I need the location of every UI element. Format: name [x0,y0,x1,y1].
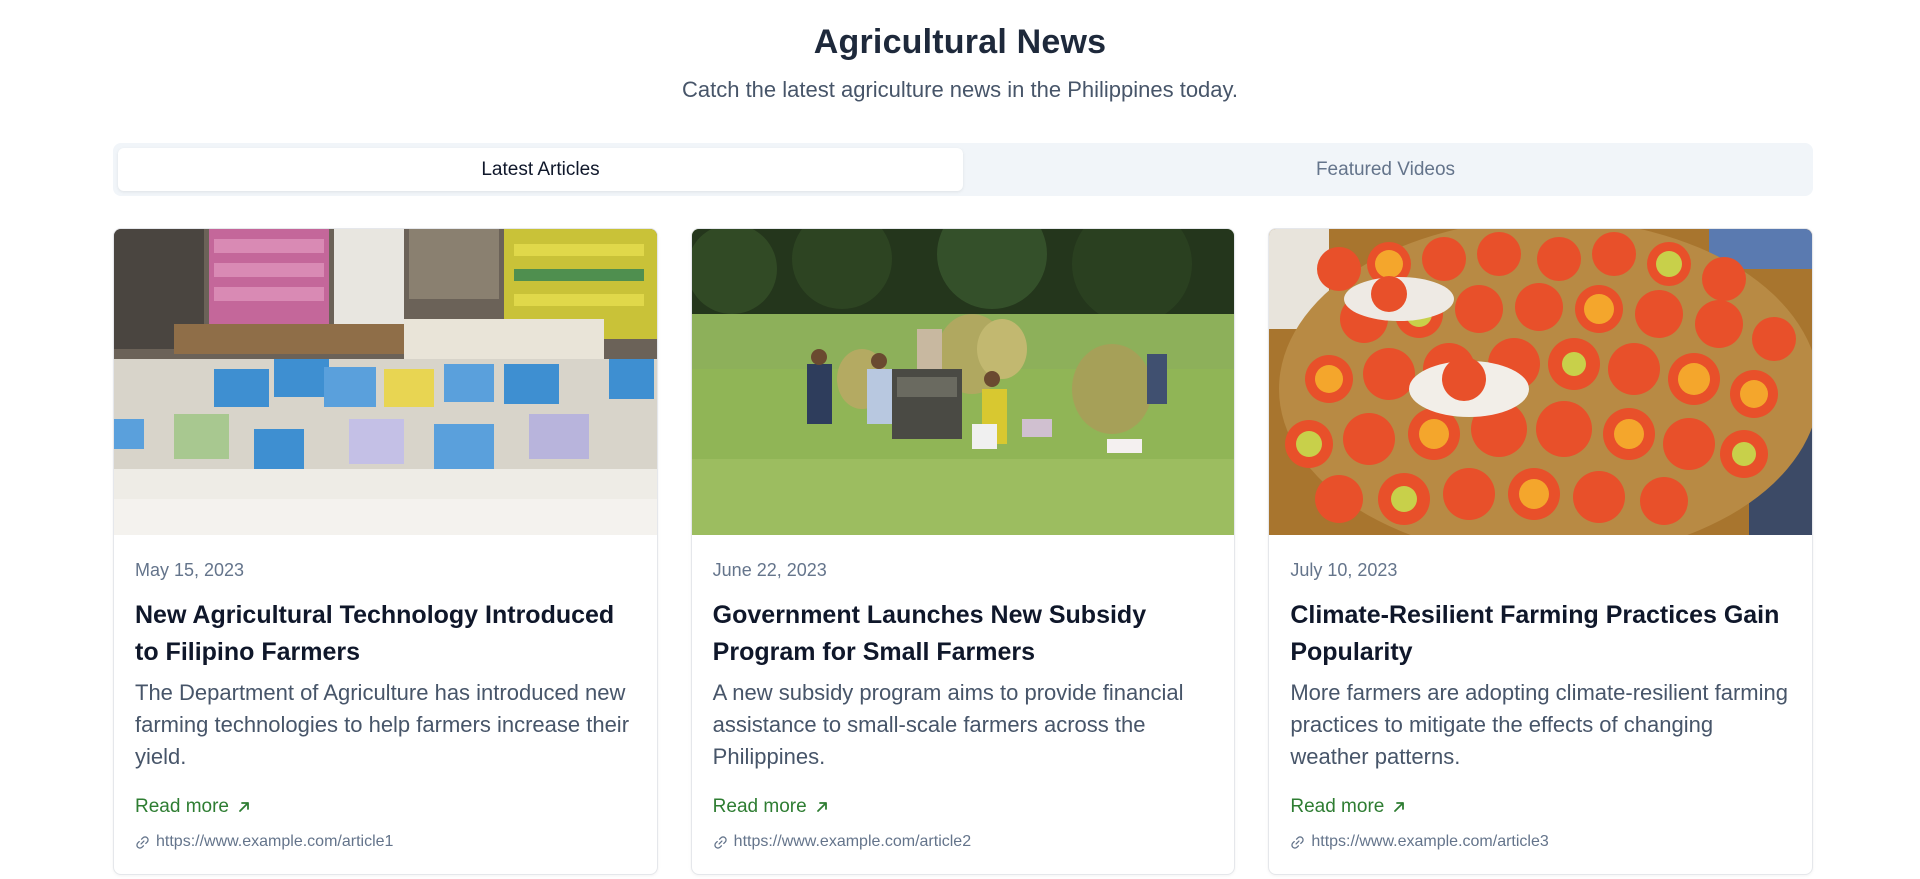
read-more-label: Read more [135,796,229,817]
link-icon [1290,835,1305,850]
page-header: Agricultural News Catch the latest agric… [0,0,1920,104]
read-more-label: Read more [1290,796,1385,817]
read-more-label: Read more [712,796,807,817]
read-more-link[interactable]: Read more [135,796,251,818]
article-excerpt: A new subsidy program aims to provide fi… [712,680,1184,769]
article-url-row: https://www.example.com/article2 [713,833,971,851]
tab-latest-articles[interactable]: Latest Articles [118,148,963,191]
article-url[interactable]: https://www.example.com/article2 [734,833,971,851]
article-url-row: https://www.example.com/article3 [1290,833,1549,851]
article-image-rice-market[interactable] [114,229,657,535]
link-icon [713,835,728,850]
read-more-link[interactable]: Read more [1290,796,1406,818]
article-card: May 15, 2023 New Agricultural Technology… [113,228,658,875]
article-date: May 15, 2023 [135,560,245,580]
article-url-row: https://www.example.com/article1 [135,833,393,851]
article-card: June 22, 2023 Government Launches New Su… [690,228,1236,875]
article-date: June 22, 2023 [712,560,827,580]
article-grid: May 15, 2023 New Agricultural Technology… [113,228,1814,875]
article-excerpt: More farmers are adopting climate-resili… [1290,680,1788,769]
article-url[interactable]: https://www.example.com/article1 [156,833,393,851]
tab-list: Latest Articles Featured Videos [113,143,1813,196]
article-card: July 10, 2023 Climate-Resilient Farming … [1268,228,1814,875]
article-title[interactable]: New Agricultural Technology Introduced t… [135,597,636,671]
page-subtitle: Catch the latest agriculture news in the… [681,77,1238,102]
article-image-rice-harvest[interactable] [691,229,1235,535]
article-date: July 10, 2023 [1290,560,1398,580]
arrow-up-right-icon [237,800,251,814]
article-title[interactable]: Climate-Resilient Farming Practices Gain… [1290,597,1791,671]
article-image-tomatoes[interactable] [1269,229,1813,535]
page-title: Agricultural News [813,23,1107,61]
read-more-link[interactable]: Read more [713,796,829,818]
arrow-up-right-icon [815,800,829,814]
article-url[interactable]: https://www.example.com/article3 [1311,833,1548,851]
tab-featured-videos[interactable]: Featured Videos [963,148,1808,191]
link-icon [135,835,150,850]
article-excerpt: The Department of Agriculture has introd… [135,680,630,769]
article-title[interactable]: Government Launches New Subsidy Program … [713,597,1214,671]
arrow-up-right-icon [1392,800,1406,814]
